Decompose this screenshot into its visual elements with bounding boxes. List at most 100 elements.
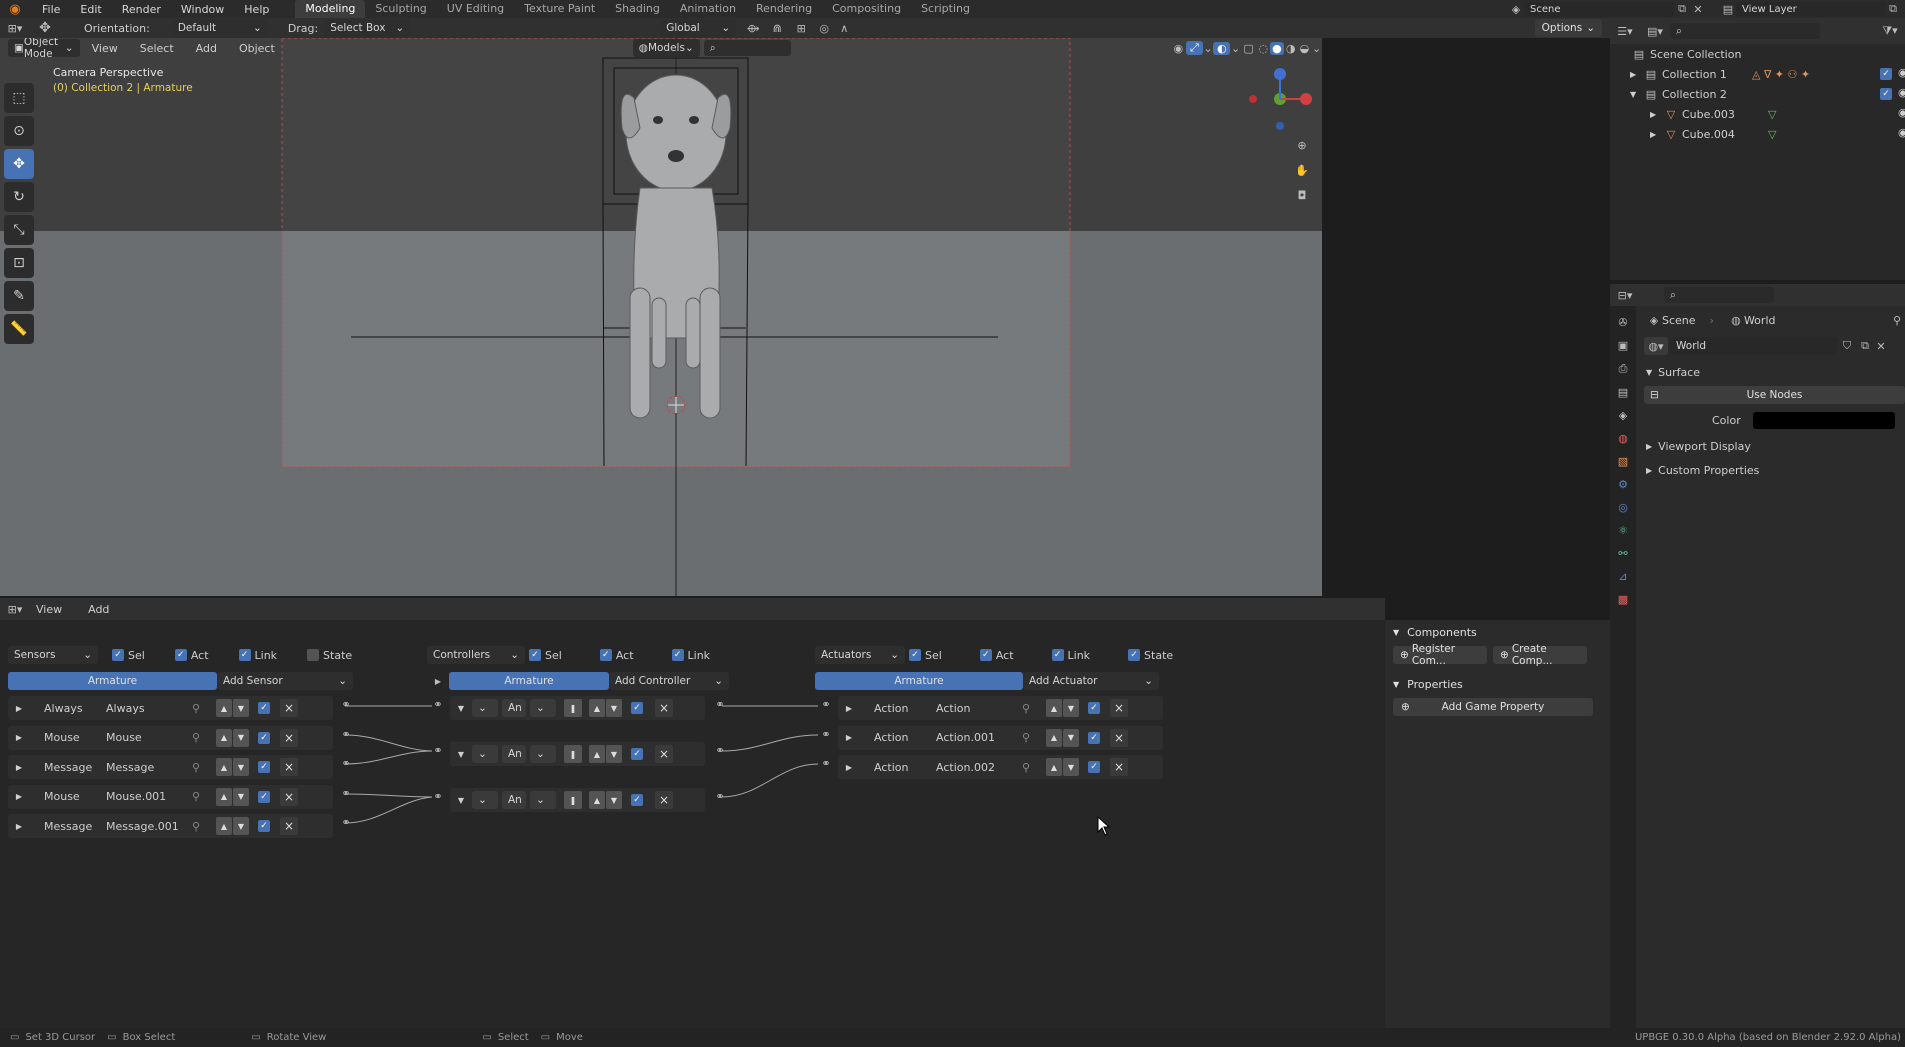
eye-icon[interactable]: ◉ — [1898, 86, 1905, 99]
texture-tab-icon[interactable]: ▩ — [1618, 593, 1628, 606]
link-icon[interactable]: ⚭ — [712, 790, 728, 803]
color-swatch[interactable] — [1752, 411, 1895, 429]
move-tool-icon[interactable]: ✥ — [30, 20, 60, 36]
sensor-active-check[interactable]: ✓ — [258, 731, 270, 744]
controller-type-field[interactable]: An — [502, 745, 526, 763]
sensor-name[interactable]: Message — [106, 761, 192, 774]
menu-help[interactable]: Help — [234, 3, 279, 16]
scene-field[interactable]: Scene — [1524, 1, 1674, 17]
modifier-tab-icon[interactable]: ⚙ — [1618, 478, 1628, 491]
triangle-right-icon[interactable]: ▶ — [838, 733, 860, 742]
actuator-name[interactable]: Action.001 — [936, 731, 1022, 744]
eye-icon[interactable]: ◉ — [1898, 126, 1905, 139]
menu-render[interactable]: Render — [112, 3, 171, 16]
controller-expr-dropdown[interactable]: ⌄ — [530, 791, 556, 809]
move-up-icon[interactable]: ▲ — [589, 791, 605, 809]
particles-tab-icon[interactable]: ◎ — [1618, 501, 1628, 514]
triangle-right-icon[interactable]: ▶ — [838, 763, 860, 772]
close-icon[interactable]: × — [1110, 728, 1128, 747]
orientation-dropdown[interactable]: Default ⌄ — [171, 19, 268, 37]
sensor-name[interactable]: Mouse — [106, 731, 192, 744]
register-component-button[interactable]: ⊕ Register Com... — [1393, 643, 1487, 667]
close-icon[interactable]: × — [280, 699, 298, 717]
link-icon[interactable]: ⚭ — [712, 744, 728, 757]
properties-header[interactable]: ▼ Properties — [1385, 672, 1610, 696]
viewport-menu-select[interactable]: Select — [140, 42, 174, 55]
output-tab-icon[interactable]: ⎙ — [1619, 362, 1628, 376]
controller-state-dropdown[interactable]: ⌄ — [472, 699, 498, 717]
controller-state-dropdown[interactable]: ⌄ — [472, 791, 498, 809]
close-icon[interactable]: × — [280, 787, 298, 806]
world-tab-icon[interactable]: ◍ — [1618, 432, 1628, 445]
custom-properties-header[interactable]: ▶ Custom Properties — [1636, 458, 1905, 482]
editor-type-icon[interactable]: ⊟▾ — [1610, 289, 1640, 302]
bookmark-icon[interactable]: ❚ — [564, 699, 582, 717]
triangle-right-icon[interactable]: ▶ — [1650, 110, 1664, 119]
triangle-right-icon[interactable]: ▶ — [8, 792, 30, 801]
editor-type-icon[interactable]: ☰▾ — [1610, 25, 1640, 38]
world-name-field[interactable]: World — [1670, 337, 1838, 355]
move-up-icon[interactable]: ▲ — [1046, 758, 1062, 776]
material-shading-icon[interactable]: ◑ — [1284, 42, 1298, 55]
controller-state-dropdown[interactable]: ⌄ — [472, 745, 498, 763]
link-icon[interactable]: ⚭ — [818, 728, 834, 741]
close-icon[interactable]: × — [655, 699, 673, 717]
controller-active-check[interactable]: ✓ — [631, 702, 643, 714]
menu-file[interactable]: File — [32, 3, 70, 16]
xray-icon[interactable]: ▢ — [1241, 42, 1256, 55]
close-icon[interactable]: × — [655, 745, 673, 763]
options-button[interactable]: Options ⌄ — [1534, 19, 1602, 37]
tab-rendering[interactable]: Rendering — [746, 0, 822, 18]
move-up-icon[interactable]: ▲ — [216, 699, 232, 717]
link-icon[interactable]: ⚭ — [430, 744, 446, 757]
sensor-name[interactable]: Always — [106, 702, 192, 715]
sensor-active-check[interactable]: ✓ — [258, 761, 270, 773]
move-up-icon[interactable]: ▲ — [589, 745, 605, 763]
outliner-item-collection-1[interactable]: ▶ ▤ Collection 1 ◬ ∇ ✦ ⚇ ✦ ✓ ◉ — [1610, 64, 1905, 84]
models-dropdown[interactable]: ◍ Models ⌄ — [632, 39, 700, 57]
move-up-icon[interactable]: ▲ — [1046, 699, 1062, 717]
tab-uv-editing[interactable]: UV Editing — [437, 0, 514, 18]
link-icon[interactable]: ⚭ — [338, 728, 354, 741]
solid-shading-icon[interactable]: ● — [1270, 41, 1284, 55]
exclude-checkbox[interactable]: ✓ — [1880, 68, 1892, 80]
move-down-icon[interactable]: ▼ — [233, 817, 249, 835]
tool-tab-icon[interactable]: ✇ — [1618, 316, 1627, 329]
triangle-down-icon[interactable]: ▼ — [450, 750, 472, 759]
cursor-icon[interactable]: ⊙ — [4, 116, 34, 146]
physics-tab-icon[interactable]: ⚛ — [1618, 524, 1628, 537]
link-icon[interactable]: ⚭ — [430, 790, 446, 803]
wireframe-shading-icon[interactable]: ◌ — [1256, 42, 1270, 55]
triangle-right-icon[interactable]: ▶ — [1650, 130, 1664, 139]
bookmark-icon[interactable]: ❚ — [564, 791, 582, 809]
outliner-item-collection-2[interactable]: ▼ ▤ Collection 2 ✓ ◉ — [1610, 84, 1905, 104]
render-tab-icon[interactable]: ▣ — [1618, 339, 1628, 352]
move-up-icon[interactable]: ▲ — [1046, 728, 1062, 747]
move-down-icon[interactable]: ▼ — [606, 699, 622, 717]
surface-header[interactable]: ▼ Surface — [1636, 360, 1905, 384]
transform-icon[interactable]: ⊡ — [4, 248, 34, 278]
overlay-icon[interactable]: ◐ — [1213, 41, 1231, 55]
outliner-item-cube-004[interactable]: ▶ ▽ Cube.004 ▽ ◉ — [1610, 124, 1905, 144]
actuator-active-check[interactable]: ✓ — [1088, 761, 1100, 773]
outliner-search[interactable]: ⌕ — [1670, 23, 1820, 39]
copy-icon[interactable]: ⧉ — [1856, 339, 1874, 353]
copy-icon[interactable]: ⧉ — [1886, 2, 1900, 16]
close-icon[interactable]: × — [280, 728, 298, 747]
editor-type-icon[interactable]: ⊞▾ — [0, 603, 30, 616]
move-up-icon[interactable]: ▲ — [589, 699, 605, 717]
use-nodes-button[interactable]: ⊟ Use Nodes — [1644, 386, 1905, 404]
controller-type-field[interactable]: An — [502, 791, 526, 809]
viewport-display-header[interactable]: ▶ Viewport Display — [1636, 434, 1905, 458]
eye-icon[interactable]: ◉ — [1898, 66, 1905, 79]
scale-icon[interactable]: ⤡ — [4, 215, 34, 245]
sensor-name[interactable]: Mouse.001 — [106, 790, 192, 803]
gizmo-icon[interactable]: ⤢ — [1185, 41, 1203, 55]
proportional-edit-icon[interactable]: ◎ — [814, 22, 834, 35]
triangle-right-icon[interactable]: ▶ — [8, 763, 30, 772]
data-tab-icon[interactable]: ⊿ — [1618, 570, 1627, 583]
outliner-root[interactable]: ▤ Scene Collection — [1610, 44, 1905, 64]
actuator-active-check[interactable]: ✓ — [1088, 702, 1100, 714]
move-icon[interactable]: ✥ — [4, 149, 34, 179]
controller-type-field[interactable]: An — [502, 699, 526, 717]
